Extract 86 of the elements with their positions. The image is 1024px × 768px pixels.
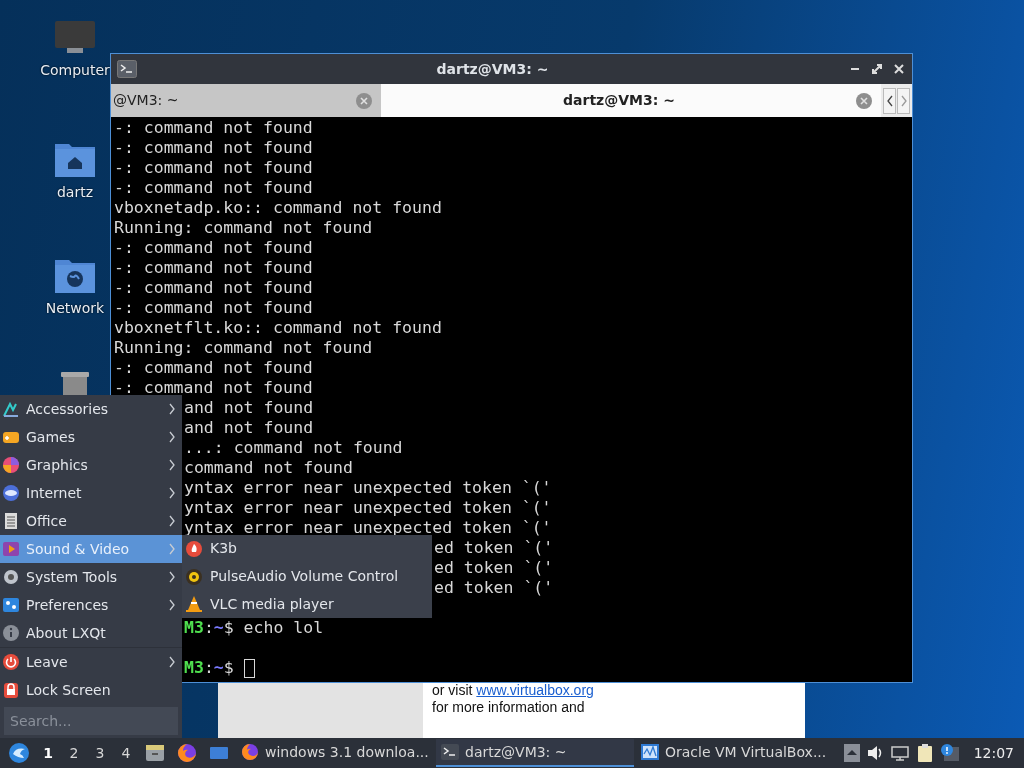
volume-icon[interactable] <box>865 744 884 762</box>
firefox-icon[interactable] <box>176 742 198 764</box>
terminal-line: -: command not found <box>114 378 313 398</box>
terminal-line: Running: command not found <box>114 338 373 358</box>
terminal-line: ed token `(' <box>434 578 554 598</box>
notification-icon[interactable] <box>939 743 960 763</box>
lock-icon <box>2 681 20 699</box>
terminal-prompt-line: M3:~$ <box>184 658 235 678</box>
desktop-switch[interactable]: 2 <box>62 739 86 767</box>
traffic-cone-icon <box>185 595 203 614</box>
menu-item[interactable]: Graphics <box>0 451 182 479</box>
menu-item[interactable]: Accessories <box>0 395 182 423</box>
desktop-icon-label[interactable]: Network <box>45 298 105 319</box>
terminal-line: vboxnetadp.ko:: command not found <box>114 198 442 218</box>
monitor-icon <box>54 20 96 56</box>
network-icon[interactable] <box>889 744 910 762</box>
menu-item[interactable]: About LXQt <box>0 619 182 647</box>
terminal-line: -: command not found <box>114 238 313 258</box>
submenu-item[interactable]: PulseAudio Volume Control <box>182 562 432 591</box>
terminal-line: -: command not found <box>114 158 313 178</box>
info-text: or visit www.virtualbox.org for more information and <box>431 682 595 717</box>
terminal-line: vboxnetflt.ko:: command not found <box>114 318 442 338</box>
terminal-line: yntax error near unexpected token `(' <box>184 498 552 518</box>
bird-logo-icon <box>8 742 30 764</box>
monitor-chart-icon <box>640 742 660 762</box>
flame-icon <box>185 539 203 558</box>
menu-item[interactable]: Lock Screen <box>0 676 182 704</box>
terminal-line: -: command not found <box>114 258 313 278</box>
globe-icon <box>2 484 20 502</box>
terminal-line: ...: command not found <box>184 438 403 458</box>
menu-item[interactable]: Internet <box>0 479 182 507</box>
terminal-tab[interactable]: @VM3: ~ <box>111 84 381 117</box>
submenu-item[interactable]: K3b <box>182 535 432 563</box>
close-tab-icon[interactable] <box>855 91 873 110</box>
terminal-line: -: command not found <box>114 298 313 318</box>
gear-icon <box>2 568 20 586</box>
speaker-icon <box>185 567 203 586</box>
desktop-switch[interactable]: 1 <box>36 739 60 767</box>
settings-panel-icon <box>2 596 20 614</box>
window-title: dartz@VM3: ~ <box>435 59 550 79</box>
task-button[interactable]: Oracle VM VirtualBox... <box>636 739 834 767</box>
power-icon <box>2 653 20 671</box>
chevron-right-icon <box>899 94 908 107</box>
close-icon[interactable] <box>892 62 906 76</box>
terminal-line: -: command not found <box>114 358 313 378</box>
terminal-line: -: command not found <box>114 138 313 158</box>
desktop-switch[interactable]: 3 <box>88 739 112 767</box>
search-field[interactable]: Search... <box>4 707 178 735</box>
terminal-line: -: command not found <box>114 118 313 138</box>
file-manager-icon[interactable] <box>144 742 166 764</box>
terminal-line: yntax error near unexpected token `(' <box>184 478 552 498</box>
submenu-item[interactable]: VLC media player <box>182 590 432 618</box>
menu-item[interactable]: Preferences <box>0 591 182 619</box>
scroll-left-button[interactable] <box>883 87 896 114</box>
terminal-icon <box>440 742 460 762</box>
terminal-line: -: command not found <box>114 278 313 298</box>
website-link[interactable]: www.virtualbox.org <box>476 682 594 698</box>
chevron-left-icon <box>885 94 894 107</box>
terminal-line: ed token `(' <box>434 558 554 578</box>
media-icon <box>2 540 20 558</box>
firefox-icon <box>240 742 260 762</box>
terminal-icon <box>117 60 137 78</box>
task-button[interactable]: dartz@VM3: ~ <box>436 739 634 767</box>
terminal-line: -: command not found <box>114 178 313 198</box>
color-wheel-icon <box>2 456 20 474</box>
terminal-line: Running: command not found <box>114 218 373 238</box>
menu-item[interactable]: Games <box>0 423 182 451</box>
terminal-line: and not found <box>184 418 314 438</box>
terminal-line: ed token `(' <box>434 538 554 558</box>
document-icon <box>2 512 20 530</box>
terminal-tab[interactable]: dartz@VM3: ~ <box>381 84 881 117</box>
menu-item[interactable]: System Tools <box>0 563 182 591</box>
terminal-line: yntax error near unexpected token `(' <box>184 518 552 538</box>
tools-icon <box>2 400 20 418</box>
desktop-switch[interactable]: 4 <box>114 739 138 767</box>
task-button[interactable]: windows 3.1 downloa... <box>236 739 434 767</box>
terminal-line: and not found <box>184 398 314 418</box>
terminal-prompt-line: M3:~$ echo lol <box>184 618 324 638</box>
desktop-icon-label[interactable]: dartz <box>56 182 94 203</box>
desktop-icon-label[interactable]: Computer <box>40 60 110 81</box>
menu-item[interactable]: Office <box>0 507 182 535</box>
maximize-icon[interactable] <box>870 62 884 76</box>
terminal-line: command not found <box>184 458 353 478</box>
clipboard-icon[interactable] <box>915 743 934 763</box>
menu-item[interactable]: Leave <box>0 648 182 676</box>
clock[interactable]: 12:07 <box>965 742 1020 764</box>
